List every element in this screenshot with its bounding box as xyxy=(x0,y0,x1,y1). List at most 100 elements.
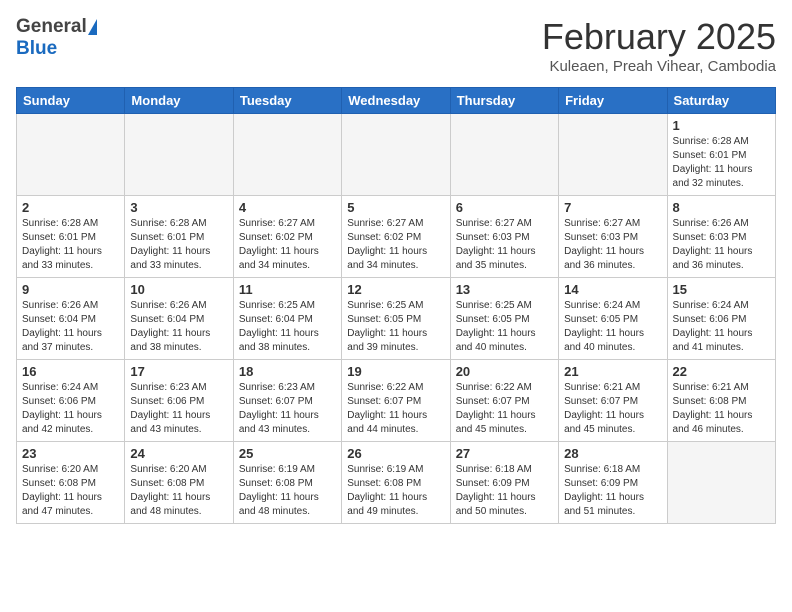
calendar-cell xyxy=(125,114,233,196)
calendar-cell: 26 Sunrise: 6:19 AM Sunset: 6:08 PM Dayli… xyxy=(342,442,450,524)
month-title: February 2025 xyxy=(542,16,776,58)
day-number: 8 xyxy=(673,200,770,215)
day-number: 24 xyxy=(130,446,227,461)
calendar-cell: 14Sunrise: 6:24 AM Sunset: 6:05 PM Dayli… xyxy=(559,278,667,360)
calendar-week-row: 1 Sunrise: 6:28 AM Sunset: 6:01 PM Daylig… xyxy=(17,114,776,196)
day-number: 23 xyxy=(22,446,119,461)
weekday-header-saturday: Saturday xyxy=(667,88,775,114)
day-number: 20 xyxy=(456,364,553,379)
calendar-cell: 6 Sunrise: 6:27 AM Sunset: 6:03 PM Daylig… xyxy=(450,196,558,278)
day-info: Sunrise: 6:26 AM Sunset: 6:04 PM Dayligh… xyxy=(22,299,119,355)
day-info: Sunrise: 6:25 AM Sunset: 6:04 PM Dayligh… xyxy=(239,299,336,355)
calendar-cell: 28 Sunrise: 6:18 AM Sunset: 6:09 PM Dayli… xyxy=(559,442,667,524)
calendar-week-row: 16 Sunrise: 6:24 AM Sunset: 6:06 PM Dayli… xyxy=(17,360,776,442)
calendar-cell: 10 Sunrise: 6:26 AM Sunset: 6:04 PM Dayli… xyxy=(125,278,233,360)
day-number: 2 xyxy=(22,200,119,215)
day-info: Sunrise: 6:27 AM Sunset: 6:03 PM Dayligh… xyxy=(456,217,553,273)
calendar-cell: 21 Sunrise: 6:21 AM Sunset: 6:07 PM Dayli… xyxy=(559,360,667,442)
day-number: 27 xyxy=(456,446,553,461)
day-number: 6 xyxy=(456,200,553,215)
weekday-header-row: SundayMondayTuesdayWednesdayThursdayFrid… xyxy=(17,88,776,114)
day-number: 15 xyxy=(673,282,770,297)
day-info: Sunrise: 6:18 AM Sunset: 6:09 PM Dayligh… xyxy=(564,463,661,519)
calendar-cell xyxy=(667,442,775,524)
calendar-cell xyxy=(450,114,558,196)
day-number: 22 xyxy=(673,364,770,379)
calendar-cell: 19 Sunrise: 6:22 AM Sunset: 6:07 PM Dayli… xyxy=(342,360,450,442)
day-number: 10 xyxy=(130,282,227,297)
day-info: Sunrise: 6:19 AM Sunset: 6:08 PM Dayligh… xyxy=(239,463,336,519)
day-info: Sunrise: 6:18 AM Sunset: 6:09 PM Dayligh… xyxy=(456,463,553,519)
day-info: Sunrise: 6:24 AM Sunset: 6:06 PM Dayligh… xyxy=(22,381,119,437)
logo-triangle-icon xyxy=(88,19,97,35)
day-number: 21 xyxy=(564,364,661,379)
logo-blue: Blue xyxy=(16,38,57,60)
calendar-cell xyxy=(233,114,341,196)
logo: General Blue xyxy=(16,16,97,60)
day-info: Sunrise: 6:25 AM Sunset: 6:05 PM Dayligh… xyxy=(347,299,444,355)
calendar-cell xyxy=(559,114,667,196)
calendar-cell: 18 Sunrise: 6:23 AM Sunset: 6:07 PM Dayli… xyxy=(233,360,341,442)
day-info: Sunrise: 6:23 AM Sunset: 6:07 PM Dayligh… xyxy=(239,381,336,437)
day-info: Sunrise: 6:26 AM Sunset: 6:04 PM Dayligh… xyxy=(130,299,227,355)
day-info: Sunrise: 6:22 AM Sunset: 6:07 PM Dayligh… xyxy=(347,381,444,437)
day-number: 16 xyxy=(22,364,119,379)
day-number: 17 xyxy=(130,364,227,379)
day-info: Sunrise: 6:24 AM Sunset: 6:06 PM Dayligh… xyxy=(673,299,770,355)
day-number: 11 xyxy=(239,282,336,297)
location-subtitle: Kuleaen, Preah Vihear, Cambodia xyxy=(542,58,776,75)
day-info: Sunrise: 6:20 AM Sunset: 6:08 PM Dayligh… xyxy=(130,463,227,519)
day-number: 25 xyxy=(239,446,336,461)
calendar-table: SundayMondayTuesdayWednesdayThursdayFrid… xyxy=(16,87,776,524)
calendar-cell: 22Sunrise: 6:21 AM Sunset: 6:08 PM Dayli… xyxy=(667,360,775,442)
calendar-week-row: 23 Sunrise: 6:20 AM Sunset: 6:08 PM Dayli… xyxy=(17,442,776,524)
day-info: Sunrise: 6:28 AM Sunset: 6:01 PM Dayligh… xyxy=(673,135,770,191)
day-info: Sunrise: 6:23 AM Sunset: 6:06 PM Dayligh… xyxy=(130,381,227,437)
weekday-header-friday: Friday xyxy=(559,88,667,114)
calendar-cell: 23 Sunrise: 6:20 AM Sunset: 6:08 PM Dayli… xyxy=(17,442,125,524)
day-number: 14 xyxy=(564,282,661,297)
day-number: 4 xyxy=(239,200,336,215)
calendar-cell: 5 Sunrise: 6:27 AM Sunset: 6:02 PM Daylig… xyxy=(342,196,450,278)
calendar-cell: 20 Sunrise: 6:22 AM Sunset: 6:07 PM Dayli… xyxy=(450,360,558,442)
calendar-cell xyxy=(17,114,125,196)
weekday-header-wednesday: Wednesday xyxy=(342,88,450,114)
weekday-header-sunday: Sunday xyxy=(17,88,125,114)
day-info: Sunrise: 6:21 AM Sunset: 6:07 PM Dayligh… xyxy=(564,381,661,437)
calendar-cell: 24 Sunrise: 6:20 AM Sunset: 6:08 PM Dayli… xyxy=(125,442,233,524)
weekday-header-tuesday: Tuesday xyxy=(233,88,341,114)
calendar-cell: 12Sunrise: 6:25 AM Sunset: 6:05 PM Dayli… xyxy=(342,278,450,360)
calendar-cell: 7Sunrise: 6:27 AM Sunset: 6:03 PM Daylig… xyxy=(559,196,667,278)
calendar-cell xyxy=(342,114,450,196)
day-number: 19 xyxy=(347,364,444,379)
day-info: Sunrise: 6:20 AM Sunset: 6:08 PM Dayligh… xyxy=(22,463,119,519)
calendar-cell: 15 Sunrise: 6:24 AM Sunset: 6:06 PM Dayli… xyxy=(667,278,775,360)
day-number: 26 xyxy=(347,446,444,461)
calendar-cell: 17 Sunrise: 6:23 AM Sunset: 6:06 PM Dayli… xyxy=(125,360,233,442)
day-number: 9 xyxy=(22,282,119,297)
day-info: Sunrise: 6:28 AM Sunset: 6:01 PM Dayligh… xyxy=(22,217,119,273)
page-header: General Blue February 2025 Kuleaen, Prea… xyxy=(16,16,776,75)
logo-general: General xyxy=(16,16,87,38)
day-info: Sunrise: 6:27 AM Sunset: 6:03 PM Dayligh… xyxy=(564,217,661,273)
day-number: 18 xyxy=(239,364,336,379)
calendar-cell: 9 Sunrise: 6:26 AM Sunset: 6:04 PM Daylig… xyxy=(17,278,125,360)
calendar-cell: 13Sunrise: 6:25 AM Sunset: 6:05 PM Dayli… xyxy=(450,278,558,360)
calendar-cell: 11 Sunrise: 6:25 AM Sunset: 6:04 PM Dayli… xyxy=(233,278,341,360)
day-info: Sunrise: 6:19 AM Sunset: 6:08 PM Dayligh… xyxy=(347,463,444,519)
day-info: Sunrise: 6:27 AM Sunset: 6:02 PM Dayligh… xyxy=(347,217,444,273)
calendar-cell: 27 Sunrise: 6:18 AM Sunset: 6:09 PM Dayli… xyxy=(450,442,558,524)
calendar-cell: 16 Sunrise: 6:24 AM Sunset: 6:06 PM Dayli… xyxy=(17,360,125,442)
day-number: 28 xyxy=(564,446,661,461)
day-info: Sunrise: 6:27 AM Sunset: 6:02 PM Dayligh… xyxy=(239,217,336,273)
day-number: 1 xyxy=(673,118,770,133)
calendar-cell: 2 Sunrise: 6:28 AM Sunset: 6:01 PM Daylig… xyxy=(17,196,125,278)
calendar-cell: 8Sunrise: 6:26 AM Sunset: 6:03 PM Daylig… xyxy=(667,196,775,278)
day-number: 5 xyxy=(347,200,444,215)
day-number: 3 xyxy=(130,200,227,215)
weekday-header-thursday: Thursday xyxy=(450,88,558,114)
day-info: Sunrise: 6:25 AM Sunset: 6:05 PM Dayligh… xyxy=(456,299,553,355)
calendar-week-row: 2 Sunrise: 6:28 AM Sunset: 6:01 PM Daylig… xyxy=(17,196,776,278)
day-info: Sunrise: 6:22 AM Sunset: 6:07 PM Dayligh… xyxy=(456,381,553,437)
title-block: February 2025 Kuleaen, Preah Vihear, Cam… xyxy=(542,16,776,75)
